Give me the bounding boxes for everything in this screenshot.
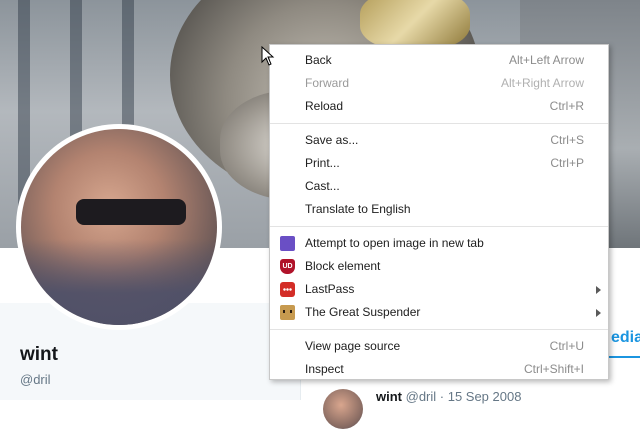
menu-item-shortcut: Alt+Right Arrow (500, 76, 584, 90)
menu-separator (270, 226, 608, 227)
menu-item-label: Inspect (305, 362, 344, 376)
menu-item-label: Reload (305, 99, 344, 113)
menu-item-open-image-new-tab[interactable]: Attempt to open image in new tab (270, 232, 608, 255)
tweet-meta[interactable]: @dril · 15 Sep 2008 (406, 389, 522, 404)
tab-media[interactable]: edia (611, 329, 640, 347)
menu-item-label: Save as... (305, 133, 359, 147)
menu-item-shortcut: Ctrl+S (550, 133, 584, 147)
menu-item-cast[interactable]: Cast... (270, 175, 608, 198)
submenu-arrow-icon (596, 309, 601, 317)
menu-item-view-source[interactable]: View page source Ctrl+U (270, 335, 608, 358)
menu-item-label: The Great Suspender (305, 305, 421, 319)
menu-item-shortcut: Ctrl+Shift+I (523, 362, 584, 376)
mouse-cursor-icon (261, 46, 275, 66)
menu-item-shortcut: Alt+Left Arrow (508, 53, 584, 67)
menu-item-back[interactable]: Back Alt+Left Arrow (270, 49, 608, 72)
menu-item-label: Block element (305, 259, 381, 273)
menu-item-label: Print... (305, 156, 340, 170)
menu-separator (270, 123, 608, 124)
profile-handle[interactable]: @dril (20, 372, 51, 387)
menu-item-shortcut: Ctrl+U (549, 339, 584, 353)
submenu-arrow-icon (596, 286, 601, 294)
tweet-author[interactable]: wint (376, 389, 402, 404)
profile-avatar[interactable] (16, 124, 222, 330)
ublock-origin-icon: UD (280, 259, 295, 274)
tab-media-underline (608, 356, 640, 358)
menu-item-label: Back (305, 53, 332, 67)
menu-item-reload[interactable]: Reload Ctrl+R (270, 95, 608, 118)
lastpass-icon (280, 282, 295, 297)
menu-item-block-element[interactable]: UD Block element (270, 255, 608, 278)
great-suspender-icon (280, 305, 295, 320)
menu-item-great-suspender[interactable]: The Great Suspender (270, 301, 608, 324)
menu-item-label: View page source (305, 339, 401, 353)
menu-item-print[interactable]: Print... Ctrl+P (270, 152, 608, 175)
menu-item-inspect[interactable]: Inspect Ctrl+Shift+I (270, 358, 608, 381)
menu-item-save-as[interactable]: Save as... Ctrl+S (270, 129, 608, 152)
menu-item-label: Translate to English (305, 202, 411, 216)
menu-item-label: LastPass (305, 282, 355, 296)
menu-item-translate[interactable]: Translate to English (270, 198, 608, 221)
tweet-header: wint @dril · 15 Sep 2008 (376, 389, 521, 404)
menu-item-shortcut: Ctrl+P (550, 156, 584, 170)
menu-item-forward[interactable]: Forward Alt+Right Arrow (270, 72, 608, 95)
menu-item-label: Attempt to open image in new tab (305, 236, 484, 250)
context-menu: Back Alt+Left Arrow Forward Alt+Right Ar… (269, 44, 609, 380)
menu-item-label: Cast... (305, 179, 340, 193)
image-extension-icon (280, 236, 295, 251)
menu-item-lastpass[interactable]: LastPass (270, 278, 608, 301)
menu-item-shortcut: Ctrl+R (549, 99, 584, 113)
menu-separator (270, 329, 608, 330)
tweet-avatar[interactable] (323, 389, 363, 429)
profile-name[interactable]: wint (20, 344, 58, 366)
menu-item-label: Forward (305, 76, 350, 90)
